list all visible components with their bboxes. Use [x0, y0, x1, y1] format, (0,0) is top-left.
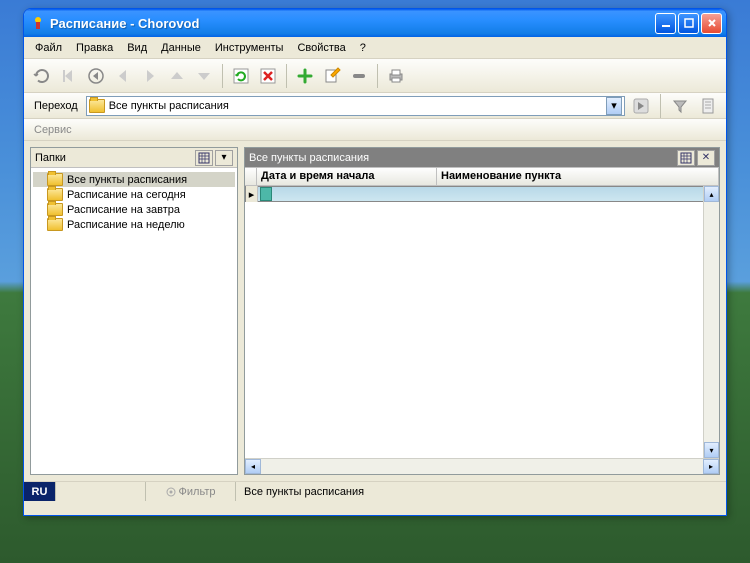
- separator: [660, 94, 661, 118]
- menu-properties[interactable]: Свойства: [290, 40, 352, 56]
- app-window: Расписание - Chorovod Файл Правка Вид Да…: [23, 8, 727, 516]
- table-row[interactable]: ▸: [245, 186, 719, 202]
- titlebar[interactable]: Расписание - Chorovod: [24, 9, 726, 37]
- add-icon[interactable]: [293, 64, 317, 88]
- status-spacer: [56, 482, 146, 501]
- folder-icon: [47, 203, 63, 216]
- folder-icon: [47, 218, 63, 231]
- content-area: Папки ▾ Все пункты расписания Расписание…: [24, 141, 726, 481]
- grid-options-icon[interactable]: [677, 150, 695, 166]
- folders-panel: Папки ▾ Все пункты расписания Расписание…: [30, 147, 238, 475]
- folders-panel-title: Папки: [35, 152, 193, 164]
- menu-tools[interactable]: Инструменты: [208, 40, 291, 56]
- tree-item-label: Расписание на неделю: [67, 219, 185, 231]
- address-text: Все пункты расписания: [109, 100, 606, 112]
- tree-item-label: Расписание на завтра: [67, 204, 180, 216]
- nav-prev-icon[interactable]: [111, 64, 135, 88]
- maximize-button[interactable]: [678, 13, 699, 34]
- filter-label: Фильтр: [179, 486, 216, 498]
- folder-icon: [47, 173, 63, 186]
- menu-help[interactable]: ?: [353, 40, 373, 56]
- scroll-left-icon[interactable]: ◂: [245, 459, 261, 474]
- addressbar: Переход Все пункты расписания ▾: [24, 93, 726, 119]
- items-panel-title: Все пункты расписания: [249, 152, 675, 164]
- filter-icon[interactable]: [668, 94, 692, 118]
- status-message: Все пункты расписания: [236, 482, 726, 501]
- scroll-down-icon[interactable]: ▾: [704, 442, 719, 458]
- nav-back-icon[interactable]: [84, 64, 108, 88]
- grid-options-icon[interactable]: [195, 150, 213, 166]
- nav-next-icon[interactable]: [138, 64, 162, 88]
- panel-close-icon[interactable]: ✕: [697, 150, 715, 166]
- separator: [286, 64, 287, 88]
- row-indicator-icon: ▸: [246, 186, 258, 202]
- scroll-track[interactable]: [261, 459, 703, 474]
- print-icon[interactable]: [384, 64, 408, 88]
- servicebar: Сервис: [24, 119, 726, 141]
- nav-down-icon[interactable]: [192, 64, 216, 88]
- language-indicator[interactable]: RU: [24, 482, 56, 501]
- tree-item-label: Расписание на сегодня: [67, 189, 186, 201]
- folder-icon: [89, 99, 105, 113]
- go-icon[interactable]: [629, 94, 653, 118]
- close-button[interactable]: [701, 13, 722, 34]
- toolbar: [24, 59, 726, 93]
- delete-icon[interactable]: [256, 64, 280, 88]
- tree-item-week[interactable]: Расписание на неделю: [33, 217, 235, 232]
- cell-datetime: [258, 187, 438, 201]
- items-panel-header: Все пункты расписания ✕: [245, 148, 719, 168]
- vertical-scrollbar[interactable]: ▴ ▾: [703, 186, 719, 458]
- history-icon[interactable]: [30, 64, 54, 88]
- column-name[interactable]: Наименование пункта: [437, 168, 719, 185]
- tree-item-tomorrow[interactable]: Расписание на завтра: [33, 202, 235, 217]
- scroll-up-icon[interactable]: ▴: [704, 186, 719, 202]
- edit-icon[interactable]: [320, 64, 344, 88]
- column-datetime[interactable]: Дата и время начала: [257, 168, 437, 185]
- document-icon: [260, 187, 272, 201]
- refresh-icon[interactable]: [229, 64, 253, 88]
- grid-header: Дата и время начала Наименование пункта: [245, 168, 719, 186]
- folders-panel-header: Папки ▾: [31, 148, 237, 168]
- horizontal-scrollbar[interactable]: ◂ ▸: [245, 458, 719, 474]
- statusbar: RU Фильтр Все пункты расписания: [24, 481, 726, 501]
- menubar: Файл Правка Вид Данные Инструменты Свойс…: [24, 37, 726, 59]
- scroll-right-icon[interactable]: ▸: [703, 459, 719, 474]
- folder-tree: Все пункты расписания Расписание на сего…: [31, 168, 237, 474]
- tree-item-label: Все пункты расписания: [67, 174, 187, 186]
- chevron-down-icon[interactable]: ▾: [215, 150, 233, 166]
- tree-item-all[interactable]: Все пункты расписания: [33, 172, 235, 187]
- filter-status[interactable]: Фильтр: [146, 482, 236, 501]
- addressbar-label: Переход: [30, 100, 82, 112]
- minimize-button[interactable]: [655, 13, 676, 34]
- menu-file[interactable]: Файл: [28, 40, 69, 56]
- menu-data[interactable]: Данные: [154, 40, 208, 56]
- separator: [377, 64, 378, 88]
- address-input[interactable]: Все пункты расписания ▾: [86, 96, 625, 116]
- dropdown-arrow-icon[interactable]: ▾: [606, 97, 622, 115]
- menu-edit[interactable]: Правка: [69, 40, 120, 56]
- indicator-column: [245, 168, 257, 185]
- nav-first-icon[interactable]: [57, 64, 81, 88]
- menu-view[interactable]: Вид: [120, 40, 154, 56]
- document-icon[interactable]: [696, 94, 720, 118]
- grid-body: ▸ ▴ ▾: [245, 186, 719, 458]
- folder-icon: [47, 188, 63, 201]
- separator: [222, 64, 223, 88]
- items-panel: Все пункты расписания ✕ Дата и время нач…: [244, 147, 720, 475]
- window-title: Расписание - Chorovod: [50, 16, 655, 31]
- remove-icon[interactable]: [347, 64, 371, 88]
- tree-item-today[interactable]: Расписание на сегодня: [33, 187, 235, 202]
- app-icon: [30, 15, 46, 31]
- service-label: Сервис: [34, 124, 72, 136]
- nav-up-icon[interactable]: [165, 64, 189, 88]
- gear-icon: [166, 487, 176, 497]
